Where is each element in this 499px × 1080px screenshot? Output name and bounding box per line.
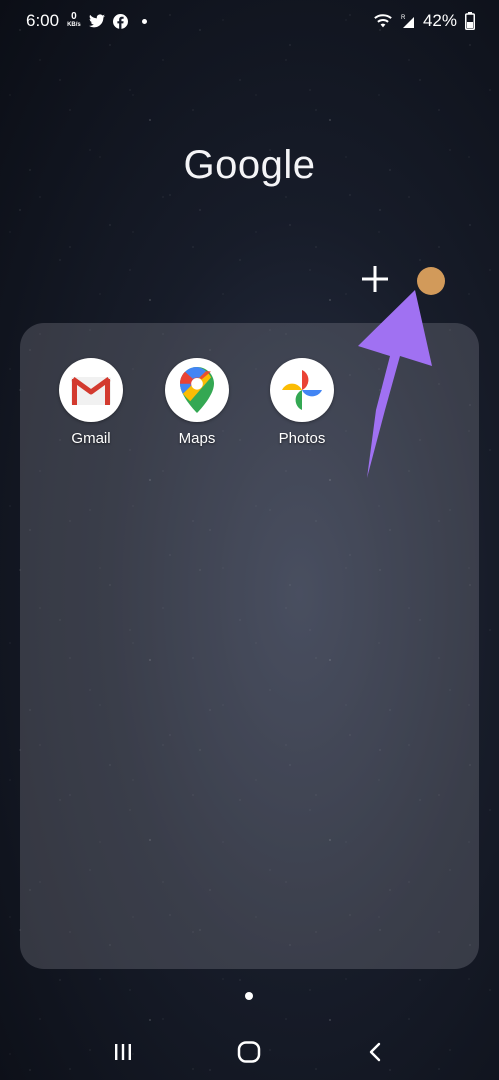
twitter-icon bbox=[88, 14, 105, 28]
wifi-icon bbox=[373, 13, 393, 29]
home-button[interactable] bbox=[229, 1032, 269, 1072]
folder-title[interactable]: Google bbox=[0, 143, 499, 188]
home-icon bbox=[238, 1041, 261, 1063]
maps-icon bbox=[165, 358, 229, 422]
back-button[interactable] bbox=[356, 1032, 396, 1072]
recents-icon bbox=[115, 1044, 132, 1060]
folder-color-button[interactable] bbox=[417, 267, 445, 295]
status-bar: 6:00 0 KB/s R 42% bbox=[0, 0, 499, 42]
app-label-maps: Maps bbox=[178, 430, 216, 447]
battery-icon bbox=[465, 12, 475, 30]
add-apps-button[interactable] bbox=[358, 262, 392, 296]
facebook-icon bbox=[112, 13, 128, 29]
network-speed-unit: KB/s bbox=[67, 22, 81, 28]
svg-text:R: R bbox=[401, 15, 406, 21]
signal-icon: R bbox=[401, 13, 415, 29]
app-label-gmail: Gmail bbox=[71, 430, 111, 447]
battery-percent: 42% bbox=[422, 11, 457, 30]
network-speed-value: 0 bbox=[71, 11, 77, 22]
status-left: 6:00 0 KB/s bbox=[26, 11, 147, 31]
navigation-bar bbox=[0, 1024, 499, 1080]
status-time: 6:00 bbox=[26, 11, 60, 30]
app-maps[interactable]: Maps bbox=[157, 358, 237, 447]
gmail-icon bbox=[59, 358, 123, 422]
page-indicator-dot bbox=[245, 992, 253, 1000]
app-label-photos: Photos bbox=[278, 430, 326, 447]
app-gmail[interactable]: Gmail bbox=[51, 358, 131, 447]
network-speed: 0 KB/s bbox=[67, 11, 81, 29]
plus-icon bbox=[362, 266, 388, 292]
notification-dot bbox=[141, 18, 147, 24]
photos-icon bbox=[270, 358, 334, 422]
recents-button[interactable] bbox=[103, 1032, 143, 1072]
back-icon bbox=[369, 1042, 381, 1062]
status-right: R 42% bbox=[373, 11, 475, 31]
app-photos[interactable]: Photos bbox=[262, 358, 342, 447]
